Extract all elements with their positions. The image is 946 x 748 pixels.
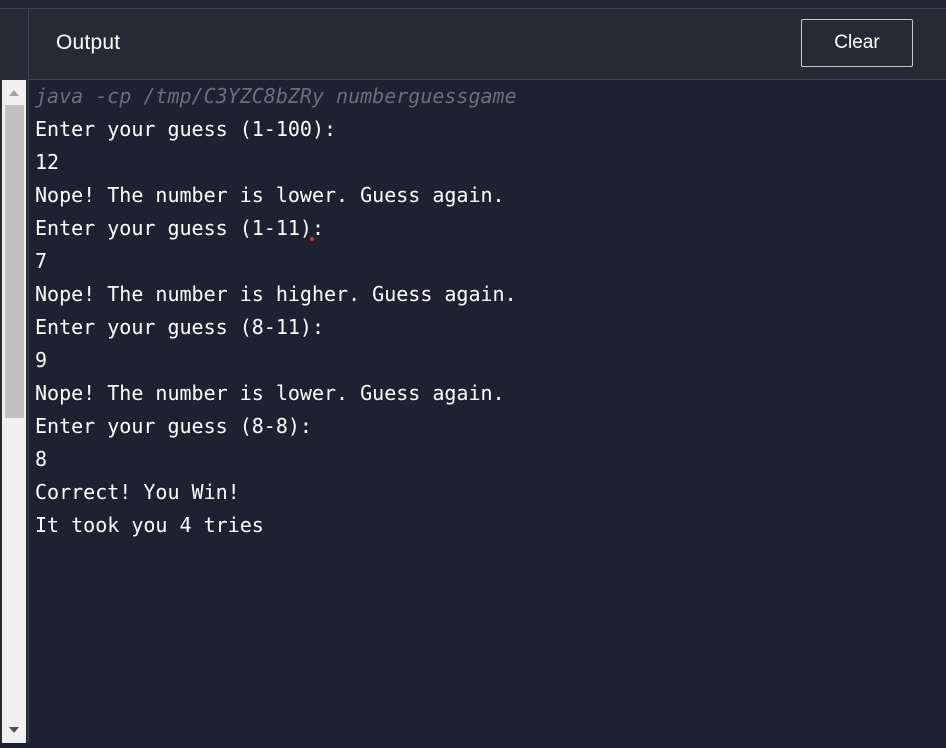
output-line: 8 xyxy=(35,447,48,471)
output-line: Enter your guess (8-8): xyxy=(35,414,312,438)
vertical-scrollbar[interactable] xyxy=(2,80,26,743)
scroll-up-arrow-icon[interactable] xyxy=(2,80,26,104)
output-line: Enter your guess (1-100): xyxy=(35,117,337,141)
output-console[interactable]: java -cp /tmp/C3YZC8bZRy numberguessgame… xyxy=(29,80,946,743)
cursor-dot xyxy=(310,237,314,241)
scrollbar-thumb[interactable] xyxy=(5,105,24,418)
output-line: Enter your guess (1-11): xyxy=(35,216,324,240)
output-header: Output Clear xyxy=(29,9,946,80)
output-line: Nope! The number is lower. Guess again. xyxy=(35,183,505,207)
output-title: Output xyxy=(56,31,121,54)
output-line: Enter your guess (8-11): xyxy=(35,315,324,339)
output-line: Correct! You Win! xyxy=(35,480,240,504)
output-line: 9 xyxy=(35,348,48,372)
clear-button[interactable]: Clear xyxy=(801,19,913,67)
top-bar xyxy=(0,0,946,9)
output-line: Nope! The number is higher. Guess again. xyxy=(35,282,517,306)
output-line: Nope! The number is lower. Guess again. xyxy=(35,381,505,405)
output-line: 7 xyxy=(35,249,48,273)
output-line: 12 xyxy=(35,150,60,174)
command-line: java -cp /tmp/C3YZC8bZRy numberguessgame xyxy=(35,84,517,108)
output-line: It took you 4 tries xyxy=(35,513,264,537)
scroll-down-arrow-icon[interactable] xyxy=(2,719,26,743)
